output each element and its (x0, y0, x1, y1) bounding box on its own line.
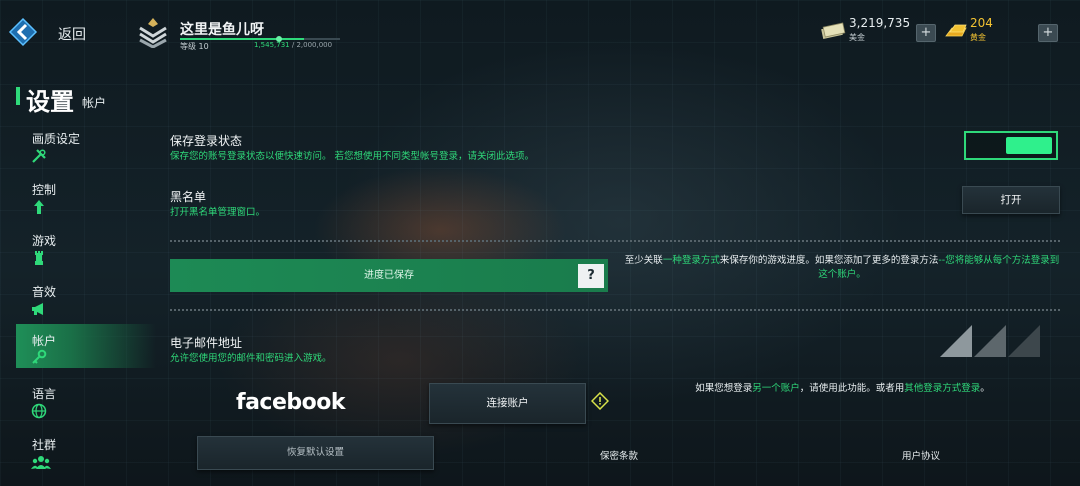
save-login-desc: 保存您的账号登录状态以便快速访问。 若您想使用不同类型帐号登录，请关闭此选项。 (170, 151, 535, 162)
back-arrow-icon[interactable] (8, 17, 38, 47)
warning-icon (591, 392, 609, 410)
xp-text: 1,545,731 / 2,000,000 (254, 41, 332, 49)
help-button[interactable]: ? (578, 264, 604, 288)
toggle-knob (1006, 137, 1052, 154)
player-name: 这里是鱼儿呀 (180, 22, 264, 38)
page-subtitle: 帐户 (82, 96, 107, 110)
save-login-toggle[interactable] (964, 131, 1058, 160)
rank-chevron-icon (138, 16, 168, 49)
level-label: 等级 10 (180, 42, 209, 51)
gold-label: 黄金 (970, 33, 986, 42)
add-gold-button[interactable]: + (1038, 24, 1058, 42)
terms-link[interactable]: 用户协议 (902, 448, 940, 462)
xp-progress-fill (180, 38, 304, 40)
privacy-link[interactable]: 保密条款 (600, 448, 638, 462)
tools-icon (32, 149, 46, 163)
xp-current: 1,545,731 (254, 41, 290, 49)
cash-value: 3,219,735 (849, 16, 911, 30)
other-account-note: 如果您想登录另一个账户，请使用此功能。或者用其他登录方式登录。 (640, 380, 1045, 394)
sidebar-item-community[interactable]: 社群 (16, 432, 156, 474)
email-title: 电子邮件地址 (170, 336, 243, 350)
other-login-link[interactable]: 其他登录方式登录 (904, 383, 980, 394)
save-login-title: 保存登录状态 (170, 134, 243, 148)
page-title: 设置 (26, 88, 74, 116)
note-text: 至少关联 (624, 255, 663, 266)
connect-account-button[interactable]: 连接账户 (429, 383, 586, 424)
blacklist-desc: 打开黑名单管理窗口。 (170, 207, 266, 218)
blacklist-title: 黑名单 (170, 190, 207, 204)
divider (170, 309, 1060, 311)
sidebar-item-game[interactable]: 游戏 (16, 228, 156, 270)
cash-label: 美金 (849, 33, 865, 42)
cash-icon (820, 22, 846, 40)
open-blacklist-button[interactable]: 打开 (962, 186, 1060, 214)
sidebar-item-controls[interactable]: 控制 (16, 177, 156, 219)
another-account-link[interactable]: 另一个账户 (752, 383, 800, 394)
sidebar-item-label: 社群 (32, 438, 57, 452)
sidebar-item-account[interactable]: 帐户 (16, 324, 156, 368)
people-icon (31, 456, 51, 469)
xp-total: / 2,000,000 (291, 41, 333, 49)
link-account-note: 至少关联一种登录方式来保存你的游戏进度。如果您添加了更多的登录方法--您将能够从… (624, 254, 1060, 282)
megaphone-icon (32, 303, 43, 315)
gold-bar-icon (944, 22, 968, 40)
restore-defaults-button[interactable]: 恢复默认设置 (197, 436, 434, 470)
sidebar-item-label: 语言 (32, 387, 57, 401)
email-desc: 允许您使用您的邮件和密码进入游戏。 (170, 353, 332, 364)
back-label[interactable]: 返回 (58, 24, 86, 44)
sidebar-item-label: 音效 (32, 285, 57, 299)
note-text: ，请使用此功能。或者用 (799, 383, 905, 394)
chess-rook-icon (35, 251, 43, 265)
title-accent (16, 87, 20, 105)
sidebar-item-label: 画质设定 (32, 132, 81, 146)
sidebar-item-label: 控制 (32, 183, 57, 197)
add-cash-button[interactable]: + (916, 24, 936, 42)
login-method-link[interactable]: 一种登录方式 (663, 255, 720, 266)
sidebar-item-graphics[interactable]: 画质设定 (16, 126, 156, 168)
sidebar-item-sound[interactable]: 音效 (16, 279, 156, 321)
sidebar-item-label: 帐户 (32, 334, 57, 348)
progress-saved-bar: 进度已保存 ? (170, 259, 608, 292)
chevron-decoration-icon (940, 325, 1040, 357)
divider (170, 240, 1060, 242)
gold-value: 204 (970, 16, 993, 30)
key-icon (32, 349, 47, 364)
note-text: 来保存你的游戏进度。如果您添加了更多的登录方法 (719, 255, 939, 266)
note-text: 。 (980, 383, 990, 394)
progress-saved-label: 进度已保存 (364, 270, 414, 281)
facebook-logo: facebook (236, 390, 346, 415)
note-text: 如果您想登录 (695, 383, 753, 394)
sidebar-item-language[interactable]: 语言 (16, 381, 156, 423)
xp-progress-bar (180, 36, 340, 42)
arrow-up-icon (34, 200, 44, 214)
globe-icon (31, 403, 47, 419)
sidebar-item-label: 游戏 (32, 234, 57, 248)
